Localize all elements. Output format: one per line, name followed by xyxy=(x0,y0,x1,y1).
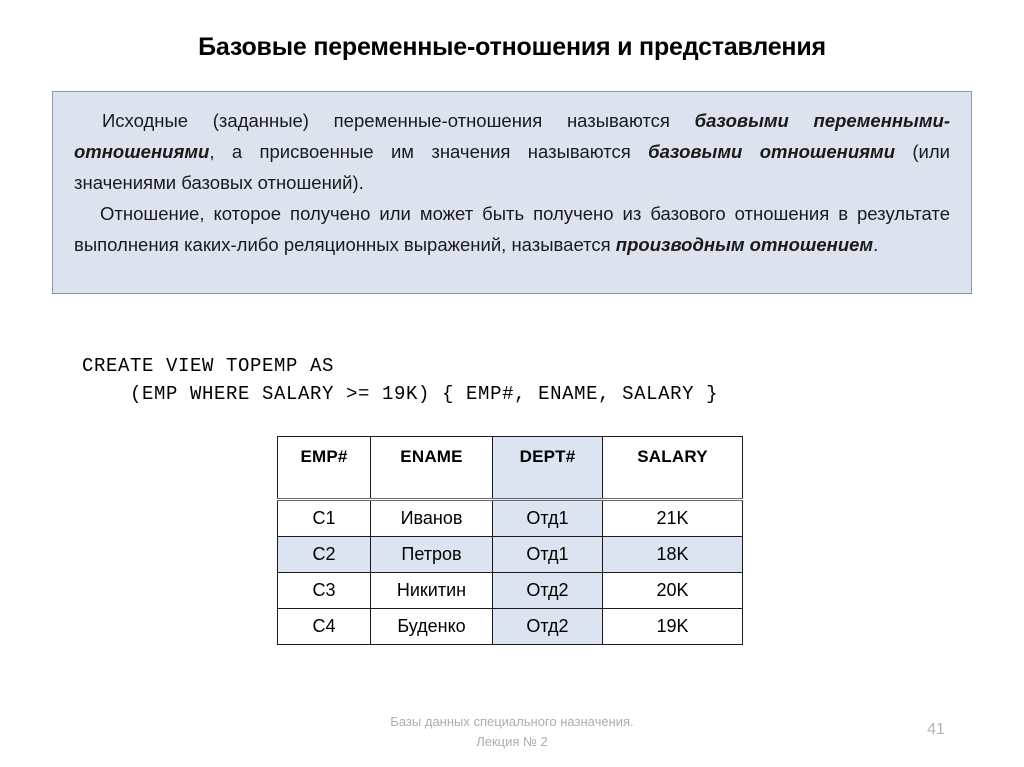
table-header-row: EMP# ENAME DEPT# SALARY xyxy=(277,436,743,501)
cell-ename: Буденко xyxy=(370,608,493,645)
footer-note: Базы данных специального назначения. Лек… xyxy=(0,712,1024,752)
paragraph2-text-part2: . xyxy=(873,234,879,255)
sql-code-line-2: (EMP WHERE SALARY >= 19K) { EMP#, ENAME,… xyxy=(82,383,719,405)
definition-paragraph-base-relvars: Исходные (заданные) переменные-отношения… xyxy=(74,105,950,198)
cell-emp: C1 xyxy=(277,499,371,537)
table-row: C4 Буденко Отд2 19K xyxy=(277,608,743,645)
paragraph1-text-part2: , а присвоенные им значения называются xyxy=(209,141,649,162)
sql-code-block: CREATE VIEW TOPEMP AS (EMP WHERE SALARY … xyxy=(82,352,718,408)
cell-salary: 19K xyxy=(602,608,743,645)
paragraph1-text-part1: Исходные (заданные) переменные-отношения… xyxy=(102,110,695,131)
paragraph1-emphasis-base-relations: базовыми отношениями xyxy=(648,141,896,162)
column-header-salary: SALARY xyxy=(602,436,743,501)
column-header-ename: ENAME xyxy=(370,436,493,501)
cell-dept: Отд2 xyxy=(492,572,603,609)
column-header-dept: DEPT# xyxy=(492,436,603,501)
footer-line-1: Базы данных специального назначения. xyxy=(390,714,634,729)
paragraph2-emphasis-derived-relation: производным отношением xyxy=(615,234,874,255)
emp-table-body: C1 Иванов Отд1 21K C2 Петров Отд1 18K C3… xyxy=(277,499,743,645)
column-header-emp: EMP# xyxy=(277,436,371,501)
page-title: Базовые переменные-отношения и представл… xyxy=(198,33,826,61)
page-number: 41 xyxy=(927,721,945,738)
table-row: C3 Никитин Отд2 20K xyxy=(277,572,743,609)
cell-emp: C4 xyxy=(277,608,371,645)
cell-dept: Отд2 xyxy=(492,608,603,645)
table-row: C2 Петров Отд1 18K xyxy=(277,536,743,573)
cell-dept: Отд1 xyxy=(492,536,603,573)
cell-ename: Никитин xyxy=(370,572,493,609)
cell-ename: Петров xyxy=(370,536,493,573)
cell-salary: 18K xyxy=(602,536,743,573)
emp-table-container: EMP# ENAME DEPT# SALARY C1 Иванов Отд1 2… xyxy=(277,436,743,645)
sql-code-line-1: CREATE VIEW TOPEMP AS xyxy=(82,355,335,377)
cell-emp: C2 xyxy=(277,536,371,573)
emp-table: EMP# ENAME DEPT# SALARY C1 Иванов Отд1 2… xyxy=(277,436,743,645)
cell-salary: 21K xyxy=(602,499,743,537)
definition-paragraph-derived-relation: Отношение, которое получено или может бы… xyxy=(74,198,950,260)
table-row: C1 Иванов Отд1 21K xyxy=(277,499,743,537)
cell-salary: 20K xyxy=(602,572,743,609)
cell-emp: C3 xyxy=(277,572,371,609)
emp-table-head: EMP# ENAME DEPT# SALARY xyxy=(277,436,743,501)
cell-dept: Отд1 xyxy=(492,499,603,537)
cell-ename: Иванов xyxy=(370,499,493,537)
definition-callout-box: Исходные (заданные) переменные-отношения… xyxy=(52,91,972,294)
slide: Базовые переменные-отношения и представл… xyxy=(0,0,1024,767)
footer-line-2: Лекция № 2 xyxy=(476,734,548,749)
